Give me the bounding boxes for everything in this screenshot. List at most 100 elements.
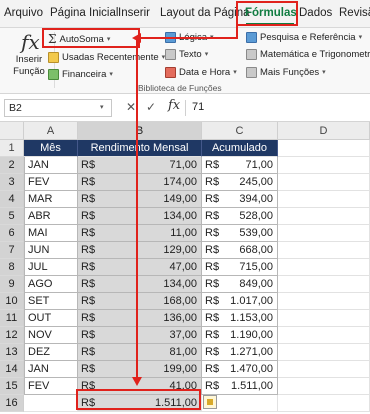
tab-formulas[interactable]: Fórmulas <box>245 7 297 19</box>
cumulative-cell[interactable]: R$ 1.017,00 <box>202 293 278 310</box>
income-cell[interactable]: R$ 71,00 <box>78 157 202 174</box>
month-cell[interactable]: DEZ <box>24 344 78 361</box>
cumulative-cell[interactable]: R$ 71,00 <box>202 157 278 174</box>
month-cell[interactable]: SET <box>24 293 78 310</box>
row-header-2[interactable]: 2 <box>0 157 24 174</box>
formula-input[interactable]: 71 <box>192 101 204 113</box>
empty-cell[interactable] <box>278 310 370 327</box>
header-cell-cumulative[interactable]: Acumulado <box>202 140 278 157</box>
cumulative-cell[interactable]: R$ 715,00 <box>202 259 278 276</box>
column-header-d[interactable]: D <box>278 122 370 140</box>
cumulative-cell[interactable]: R$ 394,00 <box>202 191 278 208</box>
column-header-a[interactable]: A <box>24 122 78 140</box>
lookup-button[interactable]: Pesquisa e Referência ▾ <box>246 30 362 44</box>
insert-function-icon[interactable]: fx <box>168 98 180 113</box>
cumulative-cell[interactable]: R$ 668,00 <box>202 242 278 259</box>
math-button[interactable]: Matemática e Trigonometria ▾ <box>246 47 370 61</box>
empty-cell[interactable] <box>278 361 370 378</box>
empty-cell[interactable] <box>278 327 370 344</box>
select-all-corner[interactable] <box>0 122 24 140</box>
row-header-6[interactable]: 6 <box>0 225 24 242</box>
cumulative-cell[interactable]: R$ 1.271,00 <box>202 344 278 361</box>
cumulative-cell[interactable]: R$ 1.470,00 <box>202 361 278 378</box>
row-header-13[interactable]: 13 <box>0 344 24 361</box>
empty-cell[interactable] <box>278 140 370 157</box>
month-cell[interactable]: MAI <box>24 225 78 242</box>
row-header-9[interactable]: 9 <box>0 276 24 293</box>
income-cell[interactable]: R$ 129,00 <box>78 242 202 259</box>
empty-cell[interactable] <box>278 174 370 191</box>
empty-cell[interactable] <box>278 242 370 259</box>
cumulative-cell[interactable]: R$ 539,00 <box>202 225 278 242</box>
income-cell[interactable]: R$ 134,00 <box>78 276 202 293</box>
tab-inserir[interactable]: Inserir <box>118 7 150 19</box>
row-header-1[interactable]: 1 <box>0 140 24 157</box>
cumulative-cell[interactable]: R$ 1.511,00 <box>202 378 278 395</box>
row-header-4[interactable]: 4 <box>0 191 24 208</box>
cumulative-cell[interactable]: R$ 849,00 <box>202 276 278 293</box>
empty-cell[interactable] <box>24 395 78 412</box>
row-header-10[interactable]: 10 <box>0 293 24 310</box>
income-cell[interactable]: R$ 149,00 <box>78 191 202 208</box>
empty-cell[interactable] <box>278 293 370 310</box>
income-cell[interactable]: R$ 136,00 <box>78 310 202 327</box>
empty-cell[interactable] <box>278 208 370 225</box>
recent-functions-button[interactable]: Usadas Recentemente ▾ <box>48 50 165 64</box>
header-cell-month[interactable]: Mês <box>24 140 78 157</box>
row-header-7[interactable]: 7 <box>0 242 24 259</box>
tab-pagina-inicial[interactable]: Página Inicial <box>50 7 118 19</box>
enter-icon[interactable]: ✓ <box>146 100 156 114</box>
row-header-16[interactable]: 16 <box>0 395 24 412</box>
empty-cell[interactable] <box>278 276 370 293</box>
header-cell-income[interactable]: Rendimento Mensal <box>78 140 202 157</box>
total-cell[interactable]: R$ 1.511,00 <box>78 395 202 412</box>
empty-cell[interactable] <box>278 259 370 276</box>
chevron-down-icon[interactable]: ▾ <box>100 103 104 111</box>
row-header-12[interactable]: 12 <box>0 327 24 344</box>
row-header-5[interactable]: 5 <box>0 208 24 225</box>
income-cell[interactable]: R$ 168,00 <box>78 293 202 310</box>
row-header-11[interactable]: 11 <box>0 310 24 327</box>
column-header-c[interactable]: C <box>202 122 278 140</box>
cumulative-cell[interactable]: R$ 245,00 <box>202 174 278 191</box>
cumulative-cell[interactable]: R$ 1.190,00 <box>202 327 278 344</box>
row-header-15[interactable]: 15 <box>0 378 24 395</box>
datetime-button[interactable]: Data e Hora ▾ <box>165 65 237 79</box>
row-header-14[interactable]: 14 <box>0 361 24 378</box>
empty-cell[interactable] <box>278 344 370 361</box>
month-cell[interactable]: FEV <box>24 378 78 395</box>
income-cell[interactable]: R$ 81,00 <box>78 344 202 361</box>
empty-cell[interactable] <box>278 191 370 208</box>
financial-button[interactable]: Financeira ▾ <box>48 67 113 81</box>
income-cell[interactable]: R$ 47,00 <box>78 259 202 276</box>
month-cell[interactable]: JAN <box>24 361 78 378</box>
tab-dados[interactable]: Dados <box>299 7 332 19</box>
empty-cell[interactable] <box>278 157 370 174</box>
autosum-button[interactable]: Σ AutoSoma ▾ <box>48 32 110 46</box>
month-cell[interactable]: MAR <box>24 191 78 208</box>
month-cell[interactable]: AGO <box>24 276 78 293</box>
more-functions-button[interactable]: Mais Funções ▾ <box>246 65 326 79</box>
quick-analysis-icon[interactable] <box>203 395 217 409</box>
month-cell[interactable]: JAN <box>24 157 78 174</box>
tab-arquivo[interactable]: Arquivo <box>4 7 43 19</box>
cumulative-cell[interactable]: R$ 528,00 <box>202 208 278 225</box>
cumulative-cell[interactable]: R$ 1.153,00 <box>202 310 278 327</box>
text-button[interactable]: Texto ▾ <box>165 47 208 61</box>
tab-revisao[interactable]: Revisão <box>339 7 370 19</box>
income-cell[interactable]: R$ 199,00 <box>78 361 202 378</box>
empty-cell[interactable] <box>278 225 370 242</box>
cancel-icon[interactable]: ✕ <box>126 100 136 114</box>
month-cell[interactable]: JUL <box>24 259 78 276</box>
tab-layout[interactable]: Layout da Página <box>160 7 250 19</box>
month-cell[interactable]: ABR <box>24 208 78 225</box>
row-header-3[interactable]: 3 <box>0 174 24 191</box>
empty-cell[interactable] <box>278 378 370 395</box>
month-cell[interactable]: NOV <box>24 327 78 344</box>
income-cell[interactable]: R$ 37,00 <box>78 327 202 344</box>
income-cell[interactable]: R$ 174,00 <box>78 174 202 191</box>
name-box[interactable]: B2 <box>4 99 112 117</box>
income-cell[interactable]: R$ 134,00 <box>78 208 202 225</box>
month-cell[interactable]: FEV <box>24 174 78 191</box>
income-cell[interactable]: R$ 11,00 <box>78 225 202 242</box>
